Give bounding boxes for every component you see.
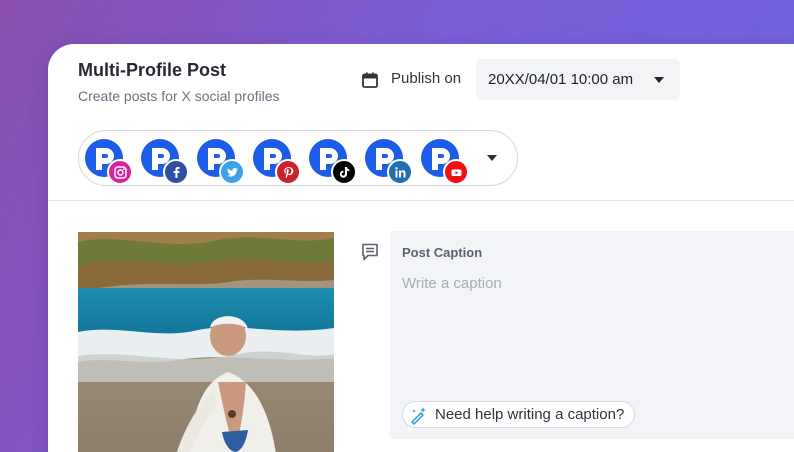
- linkedin-icon: [387, 159, 413, 185]
- section-divider: [48, 200, 794, 201]
- profile-linkedin[interactable]: [365, 139, 413, 185]
- magic-wand-icon: [411, 406, 426, 425]
- publish-label: Publish on: [391, 70, 462, 87]
- pinterest-icon: [275, 159, 301, 185]
- publish-date-value: 20XX/04/01 10:00 am: [488, 71, 634, 88]
- profile-twitter[interactable]: [197, 139, 245, 185]
- twitter-icon: [219, 159, 245, 185]
- instagram-icon: [107, 159, 133, 185]
- caption-help-label: Need help writing a caption?: [435, 406, 625, 423]
- profile-tiktok[interactable]: [309, 139, 357, 185]
- caption-help-button[interactable]: Need help writing a caption?: [402, 401, 636, 428]
- chevron-down-icon: [654, 77, 664, 83]
- profile-facebook[interactable]: [141, 139, 189, 185]
- profile-youtube[interactable]: [421, 139, 469, 185]
- profile-instagram[interactable]: [85, 139, 133, 185]
- page-title: Multi-Profile Post: [78, 60, 226, 80]
- youtube-icon: [443, 159, 469, 185]
- profile-pinterest[interactable]: [253, 139, 301, 185]
- post-image[interactable]: [78, 232, 334, 452]
- caption-label: Post Caption: [402, 245, 483, 260]
- publish-date-select[interactable]: 20XX/04/01 10:00 am: [476, 59, 680, 100]
- multi-profile-post-card: Multi-Profile Post Create posts for X so…: [48, 44, 794, 452]
- profile-selector: [78, 130, 518, 186]
- tiktok-icon: [331, 159, 357, 185]
- caption-panel: Post Caption Need help writing a caption…: [390, 231, 794, 439]
- facebook-icon: [163, 159, 189, 185]
- profiles-dropdown-icon[interactable]: [487, 155, 497, 161]
- caption-input[interactable]: [402, 271, 782, 295]
- calendar-icon: [362, 72, 378, 88]
- page-subtitle: Create posts for X social profiles: [78, 88, 280, 104]
- caption-icon: [362, 243, 378, 261]
